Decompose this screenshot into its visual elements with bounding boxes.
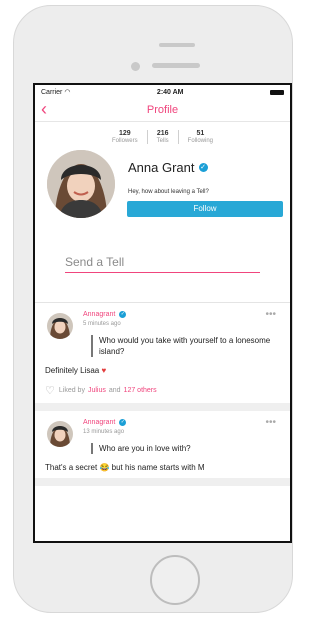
avatar [47,150,115,218]
post-time: 5 minutes ago [83,321,121,327]
nav-bar: ‹ Profile [35,99,290,122]
send-tell-input[interactable]: Send a Tell [65,255,124,269]
follow-button[interactable]: Follow [127,201,283,217]
verified-icon: ✓ [119,419,127,426]
post-username[interactable]: Annagrant ✓ [83,419,280,426]
profile-name: Anna Grant ✓ [128,160,208,175]
stat-label: Following [187,138,214,144]
app-screen: Carrier ◠ 2:40 AM ‹ Profile 129 Follower… [33,83,292,543]
stat-value: 129 [118,130,131,137]
verified-icon: ✓ [119,311,127,318]
post-likes: ♡ Liked by Julius and 127 others [45,384,280,397]
carrier: Carrier ◠ [41,89,71,96]
post-question: Who are you in love with? [91,443,280,454]
likes-prefix: Liked by [58,387,85,394]
profile-stats: 129 Followers 216 Tells 51 Following [35,130,290,144]
stat-tells[interactable]: 216 Tells [146,130,178,144]
profile-header: Anna Grant ✓ Hey, how about leaving a Te… [35,150,290,230]
heart-icon: ♥ [101,366,107,375]
stat-value: 216 [156,130,169,137]
stat-followers[interactable]: 129 Followers [103,130,147,144]
battery-icon [269,89,284,95]
likes-user-link[interactable]: Julius [88,387,106,394]
post-card: Annagrant ✓ 5 minutes ago ••• Who would y… [35,303,290,411]
post-question: Who would you take with yourself to a lo… [91,335,280,357]
post-card: Annagrant ✓ 13 minutes ago ••• Who are yo… [35,411,290,486]
profile-tagline: Hey, how about leaving a Tell? [128,189,209,195]
page-title: Profile [146,104,179,116]
post-time: 13 minutes ago [83,429,125,435]
status-bar: Carrier ◠ 2:40 AM [35,85,290,99]
more-icon[interactable]: ••• [265,417,276,428]
phone-top-bar [159,43,195,47]
phone-speaker [152,63,200,68]
post-avatar[interactable] [47,421,73,447]
post-answer: Definitely Lisaa ♥ [45,366,280,375]
stat-following[interactable]: 51 Following [177,130,222,144]
input-underline [65,272,260,273]
post-avatar[interactable] [47,313,73,339]
back-chevron-icon[interactable]: ‹ [41,99,47,119]
verified-icon: ✓ [198,163,208,172]
phone-camera [131,62,140,71]
like-heart-outline-icon[interactable]: ♡ [45,384,55,397]
home-button[interactable] [150,555,200,605]
post-username-text: Annagrant [83,311,116,318]
likes-mid: and [108,387,121,394]
compose-tell: Send a Tell [35,230,290,303]
status-time: 2:40 AM [156,88,184,96]
stat-label: Tells [156,138,169,144]
post-username[interactable]: Annagrant ✓ [83,311,280,318]
likes-others-link[interactable]: 127 others [124,387,157,394]
profile-name-text: Anna Grant [128,160,195,175]
wifi-icon: ◠ [64,89,71,96]
stat-label: Followers [111,138,138,144]
more-icon[interactable]: ••• [265,309,276,320]
post-answer-text: Definitely Lisaa [45,366,100,375]
post-username-text: Annagrant [83,419,116,426]
stat-value: 51 [196,130,205,137]
post-answer: That's a secret 😂 but his name starts wi… [45,463,205,472]
